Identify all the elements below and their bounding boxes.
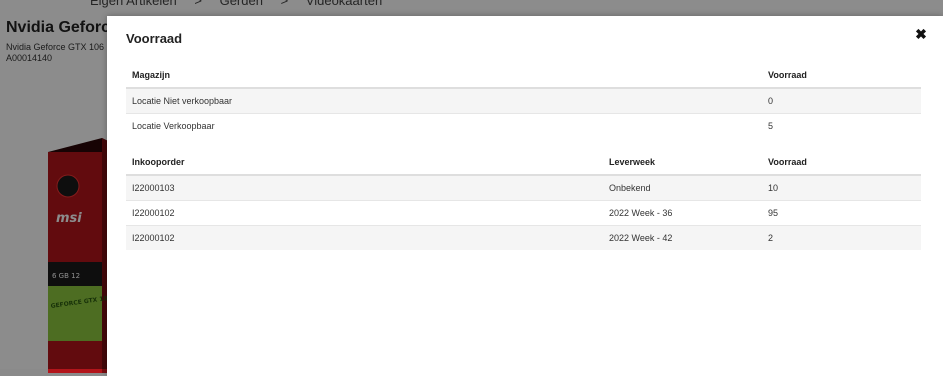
close-icon[interactable]: ✖ xyxy=(914,26,928,42)
table-row: I22000103 Onbekend 10 xyxy=(126,174,921,201)
modal-title: Voorraad xyxy=(126,31,183,46)
column-header-leverweek: Leverweek xyxy=(603,149,762,176)
column-header-inkooporder: Inkooporder xyxy=(126,149,603,176)
stock-cell: 2 xyxy=(762,225,921,250)
stock-cell: 5 xyxy=(762,113,921,138)
order-number-cell: I22000103 xyxy=(126,174,603,201)
delivery-week-cell: 2022 Week - 36 xyxy=(603,200,762,226)
stock-table: Magazijn Voorraad Locatie Niet verkoopba… xyxy=(126,62,921,138)
stock-cell: 95 xyxy=(762,200,921,226)
delivery-week-cell: 2022 Week - 42 xyxy=(603,225,762,250)
stock-cell: 10 xyxy=(762,174,921,201)
table-header-row: Inkooporder Leverweek Voorraad xyxy=(126,149,921,176)
table-row: Locatie Verkoopbaar 5 xyxy=(126,113,921,138)
column-header-voorraad: Voorraad xyxy=(762,62,921,89)
warehouse-cell: Locatie Niet verkoopbaar xyxy=(126,87,762,114)
stock-modal: Voorraad ✖ Magazijn Voorraad Locatie Nie… xyxy=(107,16,943,376)
warehouse-cell: Locatie Verkoopbaar xyxy=(126,113,762,138)
delivery-week-cell: Onbekend xyxy=(603,174,762,201)
table-row: Locatie Niet verkoopbaar 0 xyxy=(126,87,921,114)
stock-cell: 0 xyxy=(762,87,921,114)
column-header-magazijn: Magazijn xyxy=(126,62,762,89)
order-number-cell: I22000102 xyxy=(126,225,603,250)
table-header-row: Magazijn Voorraad xyxy=(126,62,921,89)
orders-table: Inkooporder Leverweek Voorraad I22000103… xyxy=(126,149,921,250)
table-row: I22000102 2022 Week - 36 95 xyxy=(126,200,921,226)
table-row: I22000102 2022 Week - 42 2 xyxy=(126,225,921,250)
column-header-voorraad: Voorraad xyxy=(762,149,921,176)
order-number-cell: I22000102 xyxy=(126,200,603,226)
